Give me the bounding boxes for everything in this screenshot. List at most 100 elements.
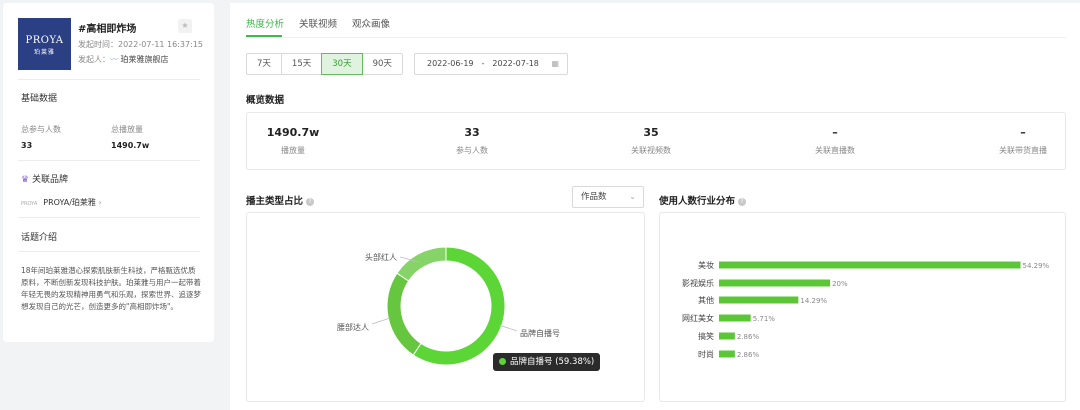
divider [18,79,200,80]
donut-slice[interactable] [386,272,422,356]
chevron-right-icon: › [95,198,102,207]
topic-title: #高相即炸场 [78,24,137,35]
overview-label: 关联带货直播 [999,146,1047,155]
date-end: 2022-07-18 [492,59,539,68]
industry-bar[interactable] [719,332,735,340]
donut-slice-label: 腰部达人 [337,322,369,332]
brand-heading: ♛ 关联品牌 [21,172,68,185]
overview-panel: 1490.7w 播放量 33 参与人数 35 关联视频数 – 关联直播数 – 关联带货直播 [246,112,1066,170]
chevron-down-icon: ⌄ [629,192,636,201]
bar-value-label: 2.86% [737,333,760,341]
topic-card: PROYA 珀莱雅 #高相即炸场 ★ 发起时间：2022-07-11 16:37… [3,3,214,342]
bar-value-label: 5.71% [753,315,776,323]
bar-category-label: 美妆 [698,260,714,270]
range-90d-button[interactable]: 90天 [361,53,403,75]
overview-value: – [1020,126,1026,139]
industry-bar[interactable] [719,261,1021,269]
industry-bar[interactable] [719,314,751,322]
industry-bar-chart: 美妆 54.29% 影视娱乐 20% 其他 14.29% 网红美女 5.71% 搞笑 2.86% 时… [682,260,1050,359]
brand-icon: ♛ [21,175,32,185]
intro-text: 18年间珀莱雅潜心探索肌肤新生科技，严格甄选优质原料，不断创新发现科技护肤。珀莱… [21,266,201,311]
donut-slice-label: 品牌自播号 [520,328,560,338]
overview-item-lives: – 关联直播数 [775,126,895,156]
anchor-type-heading-text: 播主类型占比 [246,196,304,207]
participants-value: 33 [21,141,33,150]
divider [18,217,200,218]
date-separator: - [481,59,485,68]
publisher-label: 发起人： [78,55,110,64]
brand-heading-text: 关联品牌 [31,175,68,185]
bar-category-label: 影视娱乐 [682,278,714,288]
overview-label: 关联视频数 [631,146,671,155]
bar-category-label: 其他 [698,295,714,305]
bar-value-label: 2.86% [737,351,760,359]
industry-bar[interactable] [719,350,735,358]
info-icon[interactable]: ? [306,198,315,206]
range-7d-button[interactable]: 7天 [246,53,282,75]
industry-bar[interactable] [719,296,799,304]
overview-item-videos: 35 关联视频数 [591,126,711,156]
start-time: 发起时间：2022-07-11 16:37:15 [78,39,203,50]
bar-category-label: 搞笑 [698,331,714,341]
industry-bar[interactable] [719,279,831,287]
divider [18,251,200,252]
participants-label: 总参与人数 [21,125,61,134]
bar-chart-panel: 美妆 54.29% 影视娱乐 20% 其他 14.29% 网红美女 5.71% 搞笑 2.86% 时… [659,212,1066,402]
intro-heading: 话题介绍 [21,233,58,243]
active-tab-indicator [246,35,282,37]
divider [18,160,200,161]
brand-mini-logo: PROYA [21,201,38,207]
tooltip-legend-dot [499,357,506,365]
tab-audience[interactable]: 观众画像 [352,16,390,30]
start-time-label: 发起时间： [78,40,118,49]
chart-tooltip: 品牌自播号 (59.38%) [493,353,601,371]
donut-label-line [371,317,391,325]
date-range-buttons: 7天 15天 30天 90天 [246,53,403,75]
bar-value-label: 20% [832,280,848,288]
range-15d-button[interactable]: 15天 [280,53,323,75]
logo-text: PROYA [25,35,64,46]
metric-select[interactable]: 作品数 ⌄ [572,186,644,208]
start-time-value: 2022-07-11 16:37:15 [118,40,203,49]
donut-chart: 品牌自播号 腰部达人 头部红人 [337,246,560,366]
industry-heading-text: 使用人数行业分布 [659,196,736,207]
overview-label: 播放量 [281,146,305,155]
basic-data-heading: 基础数据 [21,94,58,104]
range-30d-button[interactable]: 30天 [321,53,363,75]
overview-item-commerce-lives: – 关联带货直播 [963,126,1080,156]
metric-select-value: 作品数 [581,192,607,202]
tooltip-text: 品牌自播号 (59.38%) [510,357,595,367]
date-range-picker[interactable]: 2022-06-19-2022-07-18 ▦ [414,53,568,75]
brand-link[interactable]: PROYA PROYA/珀莱雅 › [21,197,102,208]
overview-value: – [832,126,838,139]
logo-subtext: 珀莱雅 [33,49,55,56]
donut-chart-panel: 品牌自播号 腰部达人 头部红人 [246,212,645,402]
brand-name: PROYA/珀莱雅 [43,198,96,207]
industry-heading: 使用人数行业分布? [659,193,747,207]
donut-slice-label: 头部红人 [365,252,397,262]
bar-value-label: 14.29% [800,297,827,305]
bar-category-label: 网红美女 [682,313,714,323]
info-icon[interactable]: ? [738,198,747,206]
publisher: 发起人：〰 珀莱雅旗舰店 [78,54,169,65]
plays-value: 1490.7w [111,141,150,150]
overview-label: 关联直播数 [815,146,855,155]
plays-label: 总播放量 [111,125,143,134]
overview-label: 参与人数 [456,146,488,155]
anchor-type-heading: 播主类型占比? [246,193,315,207]
overview-item-plays: 1490.7w 播放量 [233,126,353,156]
overview-item-participants: 33 参与人数 [412,126,532,156]
main-panel: 热度分析 关联视频 观众画像 7天 15天 30天 90天 2022-06-19… [230,3,1080,410]
overview-value: 1490.7w [266,126,320,139]
overview-heading: 概览数据 [246,95,285,106]
tab-related-videos[interactable]: 关联视频 [299,16,337,30]
publisher-name[interactable]: 珀莱雅旗舰店 [121,55,169,64]
overview-value: 35 [643,126,659,139]
favorite-star-icon[interactable]: ★ [178,19,192,33]
donut-slice[interactable] [396,246,447,282]
donut-label-line [498,324,518,332]
overview-value: 33 [464,126,480,139]
bar-category-label: 时尚 [698,349,714,359]
tab-heat-analysis[interactable]: 热度分析 [246,16,284,30]
publisher-icon: 〰 [110,55,121,64]
